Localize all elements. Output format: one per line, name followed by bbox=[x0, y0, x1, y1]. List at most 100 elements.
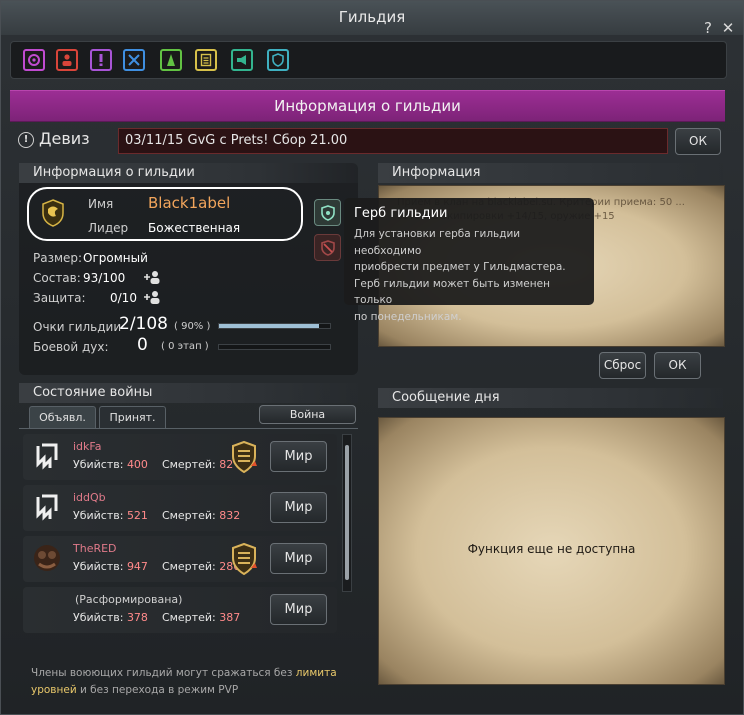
motto-alert-icon: ! bbox=[18, 132, 34, 148]
deaths-value: 832 bbox=[219, 509, 241, 522]
tooltip-line: Герб гильдии может быть изменен только bbox=[354, 277, 550, 307]
tab-declared[interactable]: Объявл. bbox=[29, 406, 96, 428]
kills-value: 400 bbox=[126, 458, 148, 471]
peace-button[interactable]: Мир bbox=[270, 492, 327, 523]
guild-logo-icon bbox=[33, 493, 61, 525]
emblem-shield-icon bbox=[320, 204, 335, 221]
close-button[interactable]: ✕ bbox=[721, 21, 735, 36]
peace-button[interactable]: Мир bbox=[270, 543, 327, 574]
add-member-icon[interactable] bbox=[143, 269, 161, 285]
tooltip-line: по понедельникам. bbox=[354, 310, 462, 323]
info-header: Информация bbox=[378, 163, 723, 183]
war-guild-name: (Расформирована) bbox=[75, 593, 183, 606]
war-note: Члены воюющих гильдий могут сражаться бе… bbox=[31, 665, 351, 699]
defense-icon[interactable] bbox=[267, 49, 289, 71]
guild-defense-label: Защита: bbox=[33, 291, 86, 305]
guild-members-value: 93/100 bbox=[83, 271, 126, 285]
guild-members-label: Состав: bbox=[33, 271, 81, 285]
deaths-value: 387 bbox=[219, 611, 241, 624]
kills-label: Убийств: bbox=[73, 509, 124, 522]
guild-points-value: 2/108 bbox=[119, 314, 168, 334]
motto-ok-button[interactable]: ОК bbox=[675, 128, 721, 155]
add-defender-icon[interactable] bbox=[143, 289, 161, 305]
guild-name-value: Black1abel bbox=[148, 194, 231, 212]
guild-size-value: Огромный bbox=[83, 251, 148, 265]
war-state-header: Состояние войны bbox=[19, 383, 358, 403]
war-icon[interactable] bbox=[123, 49, 145, 71]
morale-stage: ( 0 этап ) bbox=[161, 341, 209, 352]
guild-emblem-icon bbox=[41, 199, 65, 227]
info-reset-button[interactable]: Сброс bbox=[599, 352, 646, 379]
guild-points-bar bbox=[218, 323, 331, 329]
deaths-label: Смертей: bbox=[161, 560, 216, 573]
morale-label: Боевой дух: bbox=[33, 340, 109, 354]
peace-button[interactable]: Мир bbox=[270, 594, 327, 625]
morale-value: 0 bbox=[137, 335, 148, 355]
guild-points-label: Очки гильдии bbox=[33, 320, 122, 334]
note-suffix: и без перехода в режим PVP bbox=[76, 684, 239, 696]
note-prefix: Члены воюющих гильдий могут сражаться бе… bbox=[31, 667, 296, 679]
quest-icon[interactable] bbox=[90, 49, 112, 71]
guild-name-label: Имя bbox=[88, 197, 114, 211]
motto-label: Девиз bbox=[39, 129, 90, 148]
tooltip-title: Герб гильдии bbox=[354, 206, 448, 221]
guild-window: Гильдия ? ✕ Информация о гильдии ! Девиз… bbox=[0, 0, 744, 715]
war-row[interactable]: idkFa Убийств: 400 Смертей: 82 Мир bbox=[23, 434, 337, 480]
notice-icon[interactable] bbox=[195, 49, 217, 71]
peace-button[interactable]: Мир bbox=[270, 441, 327, 472]
morale-bar bbox=[218, 344, 331, 350]
guild-defense-value: 0/10 bbox=[110, 291, 137, 305]
help-button[interactable]: ? bbox=[701, 21, 715, 36]
members-icon[interactable] bbox=[56, 49, 78, 71]
war-stats: Убийств: 521 Смертей: 832 bbox=[73, 509, 240, 522]
guild-leader-value: Божественная bbox=[148, 221, 241, 235]
emblem-remove-button[interactable] bbox=[314, 234, 341, 261]
emblem-remove-icon bbox=[320, 239, 335, 256]
war-row[interactable]: TheRED Убийств: 947 Смертей: 286 Мир bbox=[23, 536, 337, 582]
kills-value: 378 bbox=[126, 611, 148, 624]
war-guild-name: TheRED bbox=[73, 542, 117, 555]
tooltip-line: Для установки герба гильдии необходимо bbox=[354, 228, 521, 257]
kills-value: 947 bbox=[126, 560, 148, 573]
guild-emblem-icon[interactable] bbox=[23, 49, 45, 71]
guild-toolbar bbox=[10, 41, 727, 79]
skills-icon[interactable] bbox=[160, 49, 182, 71]
window-title: Гильдия bbox=[338, 8, 406, 26]
tab-divider bbox=[19, 428, 358, 429]
war-rank-shield-icon bbox=[231, 542, 257, 580]
kills-label: Убийств: bbox=[73, 611, 124, 624]
motd-text: Функция еще не доступна bbox=[467, 542, 636, 556]
guild-points-bar-fill bbox=[219, 324, 319, 328]
section-banner: Информация о гильдии bbox=[10, 90, 725, 122]
war-list-scrollbar[interactable] bbox=[342, 434, 352, 592]
tab-accepted[interactable]: Принят. bbox=[99, 406, 166, 428]
guild-logo-icon bbox=[31, 542, 63, 578]
war-stats: Убийств: 947 Смертей: 286 bbox=[73, 560, 240, 573]
kills-label: Убийств: bbox=[73, 458, 124, 471]
deaths-label: Смертей: bbox=[161, 458, 216, 471]
guild-size-label: Размер: bbox=[33, 251, 83, 265]
guild-logo-icon bbox=[33, 442, 61, 474]
announce-icon[interactable] bbox=[231, 49, 253, 71]
title-bar[interactable]: Гильдия ? ✕ bbox=[1, 1, 743, 36]
war-rank-shield-icon bbox=[231, 440, 257, 478]
tooltip-text: Для установки герба гильдии необходимо п… bbox=[354, 226, 584, 325]
kills-value: 521 bbox=[126, 509, 148, 522]
war-stats: Убийств: 400 Смертей: 82 bbox=[73, 458, 233, 471]
war-row[interactable]: (Расформирована) Убийств: 378 Смертей: 3… bbox=[23, 587, 337, 633]
deaths-label: Смертей: bbox=[161, 611, 216, 624]
motd-parchment[interactable]: Функция еще не доступна bbox=[378, 417, 725, 685]
war-guild-name: idkFa bbox=[73, 440, 102, 453]
war-stats: Убийств: 378 Смертей: 387 bbox=[73, 611, 240, 624]
kills-label: Убийств: bbox=[73, 560, 124, 573]
declare-war-button[interactable]: Война bbox=[259, 405, 356, 424]
motd-header: Сообщение дня bbox=[378, 388, 723, 408]
tooltip-line: приобрести предмет у Гильдмастера. bbox=[354, 261, 566, 273]
motto-input[interactable]: 03/11/15 GvG c Prets! Сбор 21.00 bbox=[118, 128, 668, 154]
info-ok-button[interactable]: ОК bbox=[654, 352, 701, 379]
war-row[interactable]: iddQb Убийств: 521 Смертей: 832 Мир bbox=[23, 485, 337, 531]
scrollbar-thumb[interactable] bbox=[345, 445, 349, 580]
guild-leader-label: Лидер bbox=[88, 221, 129, 235]
emblem-set-button[interactable] bbox=[314, 199, 341, 226]
guild-info-header: Информация о гильдии bbox=[19, 163, 358, 183]
